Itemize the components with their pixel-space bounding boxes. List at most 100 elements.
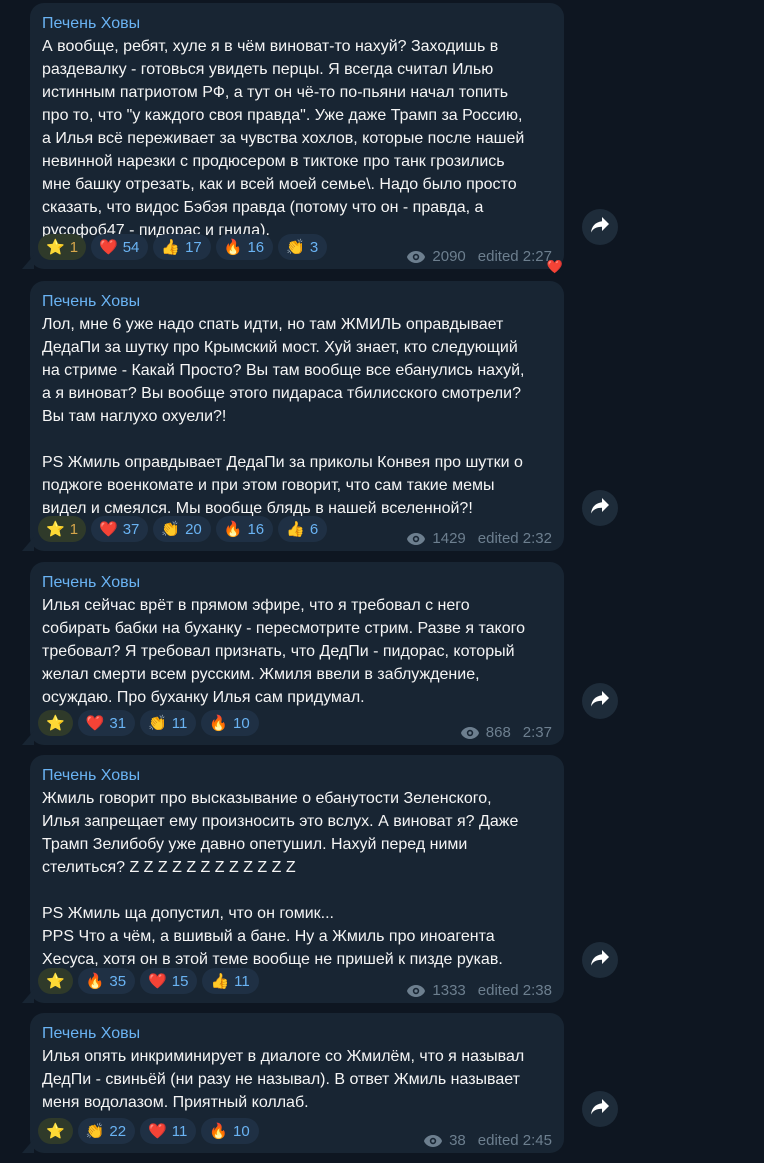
- heart-icon: ❤️: [99, 520, 118, 538]
- message-bubble[interactable]: Печень Ховы Лол, мне 6 уже надо спать идт…: [30, 281, 564, 551]
- reaction-star[interactable]: ⭐ 1: [38, 516, 87, 542]
- heart-icon: ❤️: [148, 1122, 167, 1140]
- reaction-count: 6: [309, 520, 319, 538]
- fire-icon: 🔥: [223, 520, 243, 538]
- message-meta: 1333 edited 2:38: [406, 982, 552, 999]
- reaction-count: 22: [109, 1122, 127, 1140]
- reaction-count: 31: [109, 714, 127, 732]
- clap-icon: 👏: [85, 1122, 105, 1140]
- reaction-heart[interactable]: ❤️ 31: [77, 710, 136, 736]
- reaction-heart[interactable]: ❤️ 15: [140, 968, 198, 994]
- reaction-thumbs-up[interactable]: 👍 11: [202, 968, 259, 994]
- reaction-star[interactable]: ⭐ 1: [38, 234, 87, 260]
- message-author[interactable]: Печень Ховы: [42, 572, 552, 594]
- share-button[interactable]: [582, 209, 618, 245]
- reaction-fire[interactable]: 🔥 35: [77, 968, 136, 994]
- message-bubble[interactable]: Печень Ховы Илья опять инкриминирует в ди…: [30, 1013, 564, 1153]
- message-text: А вообще, ребят, хуле я в чём виноват-то…: [42, 38, 525, 239]
- eye-icon: [406, 250, 426, 264]
- reaction-fire[interactable]: 🔥 16: [215, 516, 274, 542]
- reaction-fire[interactable]: 🔥 10: [201, 710, 259, 736]
- reaction-star[interactable]: ⭐: [38, 1118, 73, 1144]
- reaction-clap[interactable]: 👏 22: [77, 1118, 136, 1144]
- reaction-fire[interactable]: 🔥 16: [215, 234, 274, 260]
- share-arrow-icon: [590, 949, 610, 972]
- message-time: edited 2:45: [477, 1132, 552, 1149]
- message-author[interactable]: Печень Ховы: [42, 765, 552, 787]
- reaction-star[interactable]: ⭐: [38, 968, 73, 994]
- message-footer: ⭐ ❤️ 31 👏 11 🔥 10 868 2:37: [38, 707, 552, 741]
- share-button[interactable]: [582, 683, 618, 719]
- reaction-star[interactable]: ⭐: [38, 710, 73, 736]
- clap-icon: 👏: [148, 714, 167, 732]
- fire-icon: 🔥: [209, 714, 229, 732]
- reaction-count: 16: [247, 238, 265, 256]
- reaction-count: 17: [185, 238, 202, 256]
- message-meta: 868 2:37: [460, 724, 552, 741]
- share-arrow-icon: [590, 690, 610, 713]
- reaction-count: 20: [185, 520, 202, 538]
- share-button[interactable]: [582, 942, 618, 978]
- reaction-clap[interactable]: 👏 20: [153, 516, 211, 542]
- star-icon: ⭐: [46, 238, 65, 256]
- share-button[interactable]: [582, 1091, 618, 1127]
- reaction-clap[interactable]: 👏 3: [278, 234, 328, 260]
- reaction-count: 54: [122, 238, 140, 256]
- reaction-heart[interactable]: ❤️ 37: [91, 516, 149, 542]
- heart-icon: ❤️: [546, 259, 563, 274]
- message-text: Илья опять инкриминирует в диалоге со Жм…: [42, 1048, 525, 1111]
- message-time: edited 2:32: [477, 530, 552, 547]
- reaction-count: 3: [309, 238, 319, 256]
- message-author[interactable]: Печень Ховы: [42, 13, 552, 35]
- reaction-count: 10: [233, 1122, 250, 1140]
- reaction-count: 16: [247, 520, 265, 538]
- reaction-count: 1: [69, 238, 79, 256]
- message-footer: ⭐ 👏 22 ❤️ 11 🔥 10 38 edited 2:45: [38, 1115, 552, 1149]
- message-author[interactable]: Печень Ховы: [42, 291, 552, 313]
- share-button[interactable]: [582, 490, 618, 526]
- star-icon: ⭐: [46, 714, 65, 732]
- message-bubble[interactable]: Печень Ховы Илья сейчас врёт в прямом эфи…: [30, 562, 564, 745]
- message-text: Илья сейчас врёт в прямом эфире, что я т…: [42, 597, 526, 706]
- reaction-clap[interactable]: 👏 11: [140, 710, 197, 736]
- message-footer: ⭐ 1 ❤️ 54 👍 17 🔥 16 👏 3 2090 edited 2:27 ❤️: [38, 231, 563, 274]
- star-icon: ⭐: [46, 520, 65, 538]
- view-count: 868: [485, 724, 511, 741]
- reaction-fire[interactable]: 🔥 10: [201, 1118, 259, 1144]
- message-meta: 1429 edited 2:32: [406, 530, 552, 547]
- view-count: 1333: [432, 982, 466, 999]
- share-arrow-icon: [590, 1098, 610, 1121]
- reaction-count: 11: [234, 972, 250, 990]
- reaction-thumbs-up[interactable]: 👍 6: [278, 516, 328, 542]
- heart-icon: ❤️: [148, 972, 167, 990]
- star-icon: ⭐: [46, 1122, 65, 1140]
- view-count: 38: [449, 1132, 466, 1149]
- heart-icon: ❤️: [99, 238, 118, 256]
- reaction-heart[interactable]: ❤️ 54: [91, 234, 149, 260]
- thumbs-up-icon: 👍: [286, 520, 305, 538]
- message-bubble[interactable]: Печень Ховы А вообще, ребят, хуле я в чём…: [30, 3, 564, 274]
- view-count: 2090: [432, 248, 466, 265]
- reaction-count: 37: [122, 520, 140, 538]
- clap-icon: 👏: [161, 520, 181, 538]
- message-text: Лол, мне 6 уже надо спать идти, но там Ж…: [42, 316, 525, 517]
- message-footer: ⭐ 🔥 35 ❤️ 15 👍 11 1333 edited 2:38: [38, 965, 552, 999]
- reaction-thumbs-up[interactable]: 👍 17: [153, 234, 211, 260]
- reactions-bar: ⭐ ❤️ 31 👏 11 🔥 10: [38, 710, 259, 736]
- message-meta: 2090 edited 2:27 ❤️: [406, 248, 563, 274]
- message-author[interactable]: Печень Ховы: [42, 1023, 552, 1045]
- view-count: 1429: [432, 530, 466, 547]
- share-arrow-icon: [590, 497, 610, 520]
- message-footer: ⭐ 1 ❤️ 37 👏 20 🔥 16 👍 6 1429 edited 2:32: [38, 513, 552, 547]
- heart-icon: ❤️: [85, 714, 105, 732]
- message-meta: 38 edited 2:45: [423, 1132, 552, 1149]
- message-bubble[interactable]: Печень Ховы Жмиль говорит про высказывани…: [30, 755, 564, 1003]
- thumbs-up-icon: 👍: [210, 972, 230, 990]
- reaction-count: 35: [109, 972, 127, 990]
- reactions-bar: ⭐ 🔥 35 ❤️ 15 👍 11: [38, 968, 259, 994]
- star-icon: ⭐: [46, 972, 65, 990]
- fire-icon: 🔥: [85, 972, 105, 990]
- reaction-heart[interactable]: ❤️ 11: [140, 1118, 197, 1144]
- thumbs-up-icon: 👍: [161, 238, 181, 256]
- message-text: Жмиль говорит про высказывание о ебануто…: [42, 790, 519, 968]
